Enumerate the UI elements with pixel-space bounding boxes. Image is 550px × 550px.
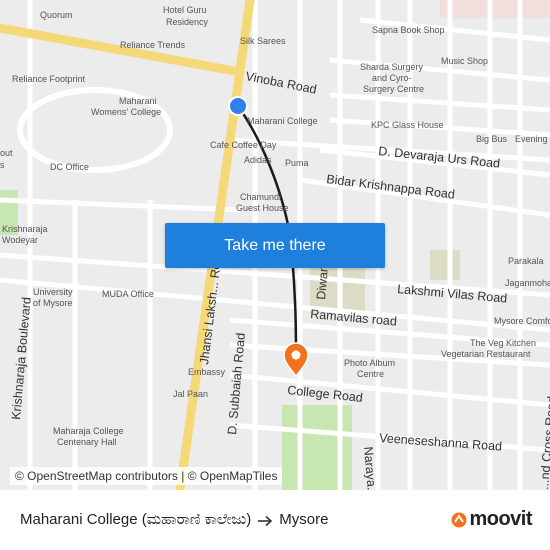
origin-marker-dot	[230, 98, 246, 114]
poi-adidas: Adidas	[244, 155, 272, 165]
map-attribution: © OpenStreetMap contributors | © OpenMap…	[10, 467, 283, 485]
take-me-there-button[interactable]: Take me there	[165, 223, 385, 268]
poi-sharda: Sharda Surgery	[360, 62, 424, 72]
poi-kpc: KPC Glass House	[371, 120, 444, 130]
route-title: Maharani College (ಮಹಾರಾಣಿ ಕಾಲೇಜು) Mysore	[20, 511, 328, 528]
poi-dc-office: DC Office	[50, 162, 89, 172]
moovit-logo[interactable]: moovit	[451, 508, 532, 531]
poi-jal-paan: Jal Paan	[173, 389, 208, 399]
poi-cafe-coffee-day: Cafe Coffee Day	[210, 140, 277, 150]
footer-bar: Maharani College (ಮಹಾರಾಣಿ ಕಾಲೇಜು) Mysore…	[0, 490, 550, 550]
destination-pin-center	[291, 350, 301, 360]
open-area-2	[430, 250, 460, 280]
poi-krishnaraja-wodeyar-2: Wodeyar	[2, 235, 38, 245]
route-destination: Mysore	[279, 511, 329, 528]
poi-quorum: Quorum	[40, 10, 73, 20]
poi-evening: Evening	[515, 134, 548, 144]
poi-chamundi-guest-house-2: Guest House	[236, 203, 289, 213]
osm-attribution-link[interactable]: © OpenStreetMap contributors	[15, 469, 178, 483]
brand-name: moovit	[469, 508, 532, 530]
poi-photo-album-2: Centre	[357, 369, 384, 379]
poi-music-shop: Music Shop	[441, 56, 488, 66]
poi-university: University	[33, 287, 73, 297]
moovit-pin-icon	[451, 512, 467, 527]
poi-big-bus: Big Bus	[476, 134, 508, 144]
poi-reliance-footprint: Reliance Footprint	[12, 74, 86, 84]
poi-hotel-guru-2: Residency	[166, 17, 209, 27]
poi-krishnaraja-wodeyar: Krishnaraja	[2, 224, 48, 234]
poi-maharaja-college-2: Centenary Hall	[57, 437, 117, 447]
poi-parakala: Parakala	[508, 256, 544, 266]
origin-marker[interactable]	[228, 96, 248, 116]
poi-sapna: Sapna Book Shop	[372, 25, 445, 35]
map[interactable]: Vinoba Road D. Devaraja Urs Road Bidar K…	[0, 0, 550, 490]
poi-silk-sarees: Silk Sarees	[240, 36, 286, 46]
poi-jaganmohana: Jaganmohan	[505, 278, 550, 288]
attribution-separator: |	[177, 469, 188, 483]
poi-maharani-womens-college: Maharani	[119, 96, 157, 106]
poi-maharani-womens-college-2: Womens' College	[91, 107, 161, 117]
poi-photo-album: Photo Album	[344, 358, 395, 368]
poi-maharani-college: Maharani College	[247, 116, 318, 126]
poi-sharda-3: Surgery Centre	[363, 84, 424, 94]
poi-muda: MUDA Office	[102, 289, 154, 299]
poi-hotel-guru: Hotel Guru	[163, 5, 207, 15]
poi-chamundi-guest-house: Chamundi	[240, 192, 281, 202]
poi-partial-left-2: s	[0, 160, 5, 170]
poi-partial-left: out	[0, 148, 13, 158]
poi-maharaja-college: Maharaja College	[53, 426, 124, 436]
map-area-top-right	[440, 0, 550, 18]
poi-veg-kitchen-2: Vegetarian Restaurant	[441, 349, 531, 359]
poi-sharda-2: and Cyro-	[372, 73, 412, 83]
poi-mysore-comfort: Mysore Comfo	[494, 316, 550, 326]
poi-reliance-trends: Reliance Trends	[120, 40, 186, 50]
arrow-right-icon	[258, 515, 273, 526]
openmaptiles-attribution-link[interactable]: © OpenMapTiles	[188, 469, 278, 483]
poi-university-2: of Mysore	[33, 298, 73, 308]
route-origin: Maharani College (ಮಹಾರಾಣಿ ಕಾಲೇಜು)	[20, 511, 252, 528]
poi-veg-kitchen: The Veg Kitchen	[470, 338, 536, 348]
poi-puma: Puma	[285, 158, 309, 168]
poi-embassy: Embassy	[188, 367, 226, 377]
